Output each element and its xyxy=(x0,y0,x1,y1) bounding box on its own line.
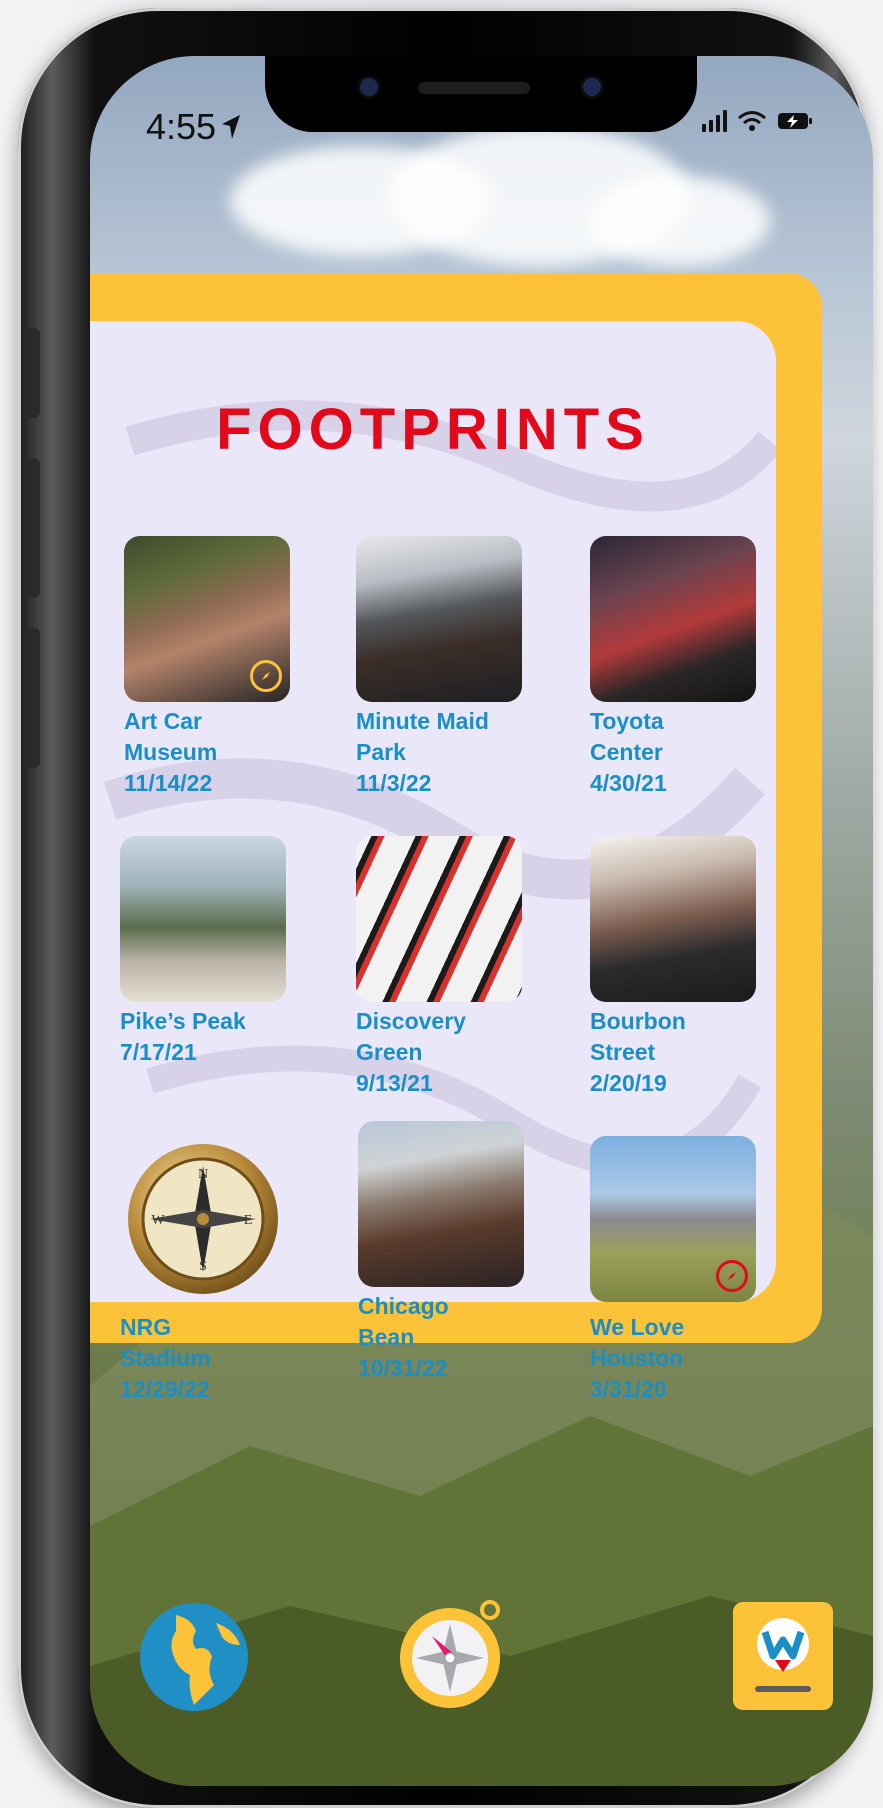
phone-screen: 4:55 FOOTPRINTS Art Car Museum 11/14/22 … xyxy=(90,56,873,1786)
wayfinder-app-icon xyxy=(733,1602,833,1710)
place-label: Discovery Green 9/13/21 xyxy=(356,1008,466,1096)
place-tile[interactable]: Bourbon Street 2/20/19 xyxy=(590,836,756,1099)
place-label: NRG Stadium 12/29/22 xyxy=(120,1314,211,1402)
place-label: Bourbon Street 2/20/19 xyxy=(590,1008,686,1096)
place-tile[interactable]: Chicago Bean 10/31/22 xyxy=(358,1121,524,1384)
status-time: 4:55 xyxy=(146,106,242,148)
place-photo[interactable] xyxy=(356,536,522,702)
status-icons xyxy=(702,110,813,132)
phone-frame: 4:55 FOOTPRINTS Art Car Museum 11/14/22 … xyxy=(18,8,873,1808)
compass-icon: N S E W xyxy=(128,1144,278,1294)
svg-text:W: W xyxy=(151,1213,165,1228)
place-photo[interactable]: N S E W xyxy=(120,1136,286,1302)
place-label: Pike’s Peak 7/17/21 xyxy=(120,1008,246,1065)
compass-button[interactable] xyxy=(394,1596,506,1716)
place-label: Chicago Bean 10/31/22 xyxy=(358,1293,449,1381)
wifi-icon xyxy=(738,111,766,131)
place-label: Toyota Center 4/30/21 xyxy=(590,708,667,796)
globe-button[interactable] xyxy=(138,1601,250,1717)
wayfinder-app-button[interactable] xyxy=(733,1602,833,1714)
svg-text:S: S xyxy=(199,1259,207,1274)
place-photo[interactable] xyxy=(590,536,756,702)
volume-up-button xyxy=(26,458,40,598)
place-label: We Love Houston 3/31/20 xyxy=(590,1314,685,1402)
place-tile[interactable]: We Love Houston 3/31/20 xyxy=(590,1136,756,1405)
signal-bars-icon xyxy=(702,110,727,132)
place-photo[interactable] xyxy=(358,1121,524,1287)
place-photo[interactable] xyxy=(356,836,522,1002)
place-tile[interactable]: Toyota Center 4/30/21 xyxy=(590,536,756,799)
battery-charging-icon xyxy=(778,113,812,129)
place-photo[interactable] xyxy=(120,836,286,1002)
silent-switch xyxy=(26,328,40,418)
earpiece-speaker xyxy=(418,82,530,94)
front-sensor xyxy=(583,78,601,96)
svg-text:N: N xyxy=(198,1167,208,1182)
place-tile[interactable]: Art Car Museum 11/14/22 xyxy=(124,536,290,799)
place-tile[interactable]: Discovery Green 9/13/21 xyxy=(356,836,522,1099)
place-label: Minute Maid Park 11/3/22 xyxy=(356,708,489,796)
compass-badge-icon xyxy=(716,1260,748,1292)
cloud xyxy=(590,176,770,266)
globe-icon xyxy=(140,1603,248,1711)
compass-badge-icon xyxy=(250,660,282,692)
place-label: Art Car Museum 11/14/22 xyxy=(124,708,218,796)
place-tile[interactable]: Minute Maid Park 11/3/22 xyxy=(356,536,522,799)
location-arrow-icon xyxy=(222,115,241,139)
notch xyxy=(265,56,697,132)
place-photo[interactable] xyxy=(590,836,756,1002)
compass-icon xyxy=(400,1600,500,1708)
place-tile[interactable]: N S E W NRG Stadium 12/29/22 xyxy=(120,1136,286,1405)
front-camera xyxy=(360,78,378,96)
place-tile[interactable]: Pike’s Peak 7/17/21 xyxy=(120,836,286,1068)
volume-down-button xyxy=(26,628,40,768)
place-photo[interactable] xyxy=(590,1136,756,1302)
svg-text:E: E xyxy=(244,1213,253,1228)
place-photo[interactable] xyxy=(124,536,290,702)
page-title: FOOTPRINTS xyxy=(216,397,650,462)
